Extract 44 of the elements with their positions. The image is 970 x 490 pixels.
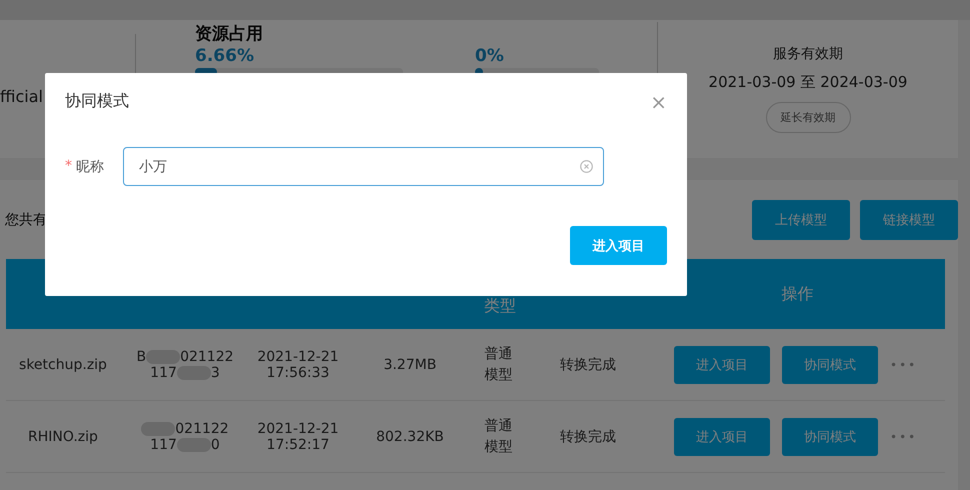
- toolbar-button[interactable]: 链接模型: [860, 200, 958, 240]
- table-cell: 转换完成: [560, 356, 616, 374]
- table-cell: 802.32KB: [376, 428, 444, 444]
- dialog-title: 协同模式: [65, 91, 129, 112]
- service-period: 2021-03-09 至 2024-03-09: [708, 73, 908, 92]
- table-cell: 2021-12-21: [257, 348, 339, 364]
- table-cell: 117: [150, 364, 177, 380]
- section-title: 服务有效期: [773, 45, 843, 63]
- table-cell: sketchup.zip: [19, 356, 107, 372]
- extend-button[interactable]: 延长有效期: [766, 102, 850, 133]
- table-cell: 2021-12-21: [257, 420, 339, 436]
- usage-reading: 6.66%: [195, 47, 255, 66]
- more-button[interactable]: •••: [890, 430, 918, 444]
- column-header: 类型: [484, 296, 516, 317]
- column-header: 操作: [782, 284, 814, 304]
- table-cell-text: 普通模型: [484, 344, 514, 384]
- row-action-button[interactable]: 进入项目: [674, 418, 770, 456]
- account-text: fficial: [0, 86, 43, 106]
- row-action-button[interactable]: 协同模式: [782, 346, 878, 384]
- table-cell: 17:52:17: [266, 436, 330, 452]
- row-action-button[interactable]: 进入项目: [674, 346, 770, 384]
- table-cell: 021122: [175, 420, 229, 436]
- close-button[interactable]: ×: [650, 92, 667, 112]
- table-cell: 转换完成: [560, 428, 616, 446]
- more-button[interactable]: •••: [890, 358, 918, 372]
- clear-icon[interactable]: [580, 160, 593, 173]
- table-cell: 117: [150, 436, 177, 452]
- table-cell: 3.27MB: [384, 356, 436, 372]
- nickname-field[interactable]: 小万: [123, 147, 604, 186]
- table-cell: 0: [210, 436, 220, 452]
- table-cell: 021122: [180, 348, 234, 364]
- enter-project-button[interactable]: 进入项目: [570, 226, 667, 265]
- table-cell: 17:56:33: [266, 364, 330, 380]
- table-cell: 3: [210, 364, 220, 380]
- toolbar-button[interactable]: 上传模型: [752, 200, 850, 240]
- required-icon: *: [65, 158, 72, 176]
- section-title: 资源占用: [195, 23, 264, 45]
- row-action-button[interactable]: 协同模式: [782, 418, 878, 456]
- usage-reading: 0%: [475, 47, 505, 66]
- summary-text: 您共有: [5, 210, 47, 228]
- table-cell: RHINO.zip: [28, 428, 98, 444]
- field-label: 昵称: [76, 158, 104, 176]
- table-cell-text: 普通模型: [484, 416, 514, 456]
- table-cell: B: [136, 348, 146, 364]
